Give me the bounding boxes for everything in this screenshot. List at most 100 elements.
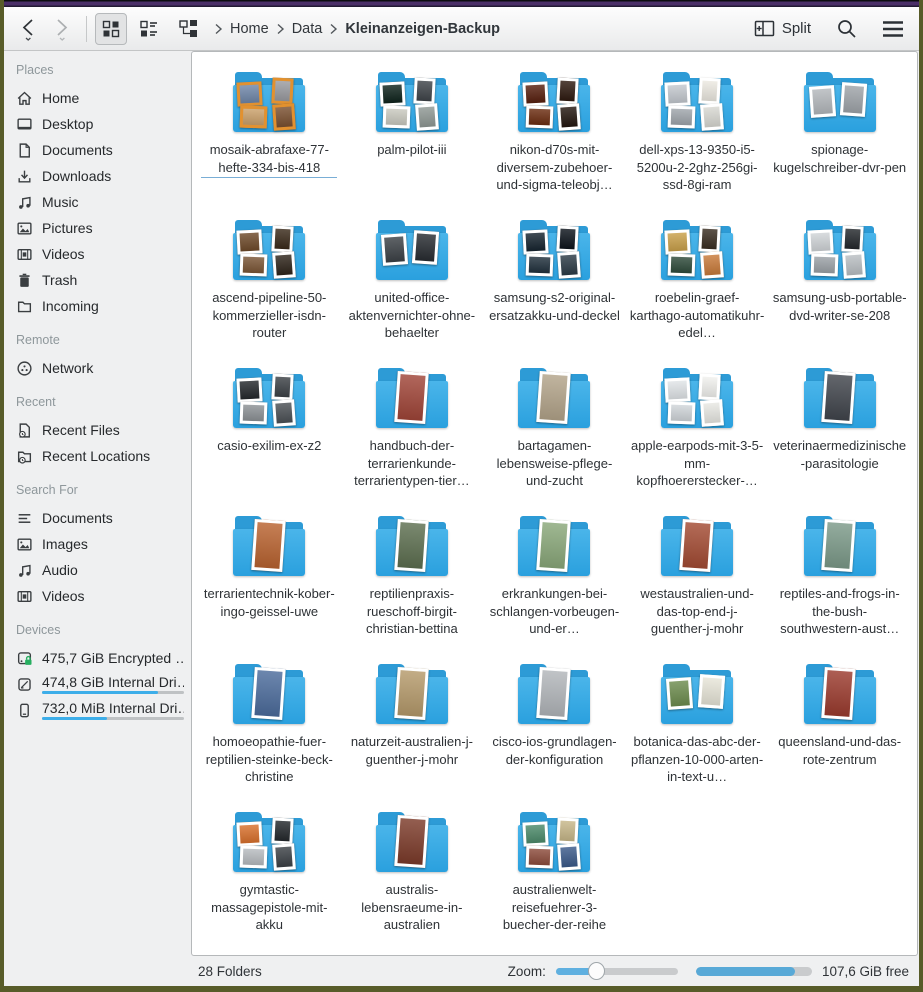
sidebar-item-recent-files[interactable]: Recent Files: [16, 417, 184, 443]
folder-item[interactable]: australienwelt-reisefuehrer-3-buecher-de…: [483, 804, 626, 952]
zoom-label: Zoom:: [508, 964, 546, 979]
sidebar-item-trash[interactable]: Trash: [16, 267, 184, 293]
folder-item[interactable]: terrarientechnik-kober-ingo-geissel-uwe: [198, 508, 341, 656]
photo-thumbnail: [557, 103, 581, 131]
folder-item[interactable]: bartagamen-lebensweise-pflege-und-zucht: [483, 360, 626, 508]
sidebar-item-label: Network: [42, 360, 184, 376]
desktop-icon: [16, 116, 33, 133]
book-cover-thumbnail: [536, 667, 571, 720]
folder-item[interactable]: united-office-aktenvernichter-ohne-behae…: [341, 212, 484, 360]
sidebar-item-label: Videos: [42, 588, 184, 604]
search-icon: [835, 17, 859, 41]
folder-item[interactable]: gymtastic-massagepistole-mit-akku: [198, 804, 341, 952]
photo-thumbnail: [240, 254, 267, 277]
photo-thumbnail: [272, 399, 296, 427]
folder-item[interactable]: botanica-das-abc-der-pflanzen-10-000-art…: [626, 656, 769, 804]
sidebar-item-label: 732,0 MiB Internal Dri…: [42, 700, 184, 716]
folder-icon: [232, 368, 306, 430]
folder-item[interactable]: queensland-und-das-rote-zentrum: [768, 656, 911, 804]
folder-name: spionage-kugelschreiber-dvr-pen: [772, 141, 908, 178]
folder-item[interactable]: veterinaermedizinische-parasitologie: [768, 360, 911, 508]
folder-item[interactable]: australis-lebensraeume-in-australien: [341, 804, 484, 952]
zoom-slider-handle[interactable]: [588, 962, 605, 980]
folder-item[interactable]: homoeopathie-fuer-reptilien-steinke-beck…: [198, 656, 341, 804]
search-documents-icon: [16, 510, 33, 527]
breadcrumb-data[interactable]: Data: [288, 18, 327, 40]
photo-thumbnail: [700, 399, 724, 427]
sidebar-item-desktop[interactable]: Desktop: [16, 111, 184, 137]
folder-name: erkrankungen-bei-schlangen-vorbeugen-und…: [486, 585, 622, 640]
sidebar-item-audio[interactable]: Audio: [16, 557, 184, 583]
sidebar-item-documents[interactable]: Documents: [16, 505, 184, 531]
breadcrumb-chevron-icon: [275, 23, 286, 35]
folder-item[interactable]: apple-earpods-mit-3-5-mm-kopfhoerersteck…: [626, 360, 769, 508]
folder-item[interactable]: erkrankungen-bei-schlangen-vorbeugen-und…: [483, 508, 626, 656]
folder-item[interactable]: reptiles-and-frogs-in-the-bush-southwest…: [768, 508, 911, 656]
folder-icon: [375, 664, 449, 726]
forward-button[interactable]: [46, 13, 78, 45]
tree-view-button[interactable]: [173, 13, 205, 45]
back-button[interactable]: [14, 13, 46, 45]
details-view-button[interactable]: [133, 13, 165, 45]
folder-icon: [517, 812, 591, 874]
photo-thumbnail: [841, 226, 864, 253]
sidebar-item-pictures[interactable]: Pictures: [16, 215, 184, 241]
folder-item[interactable]: ascend-pipeline-50-kommerzieller-isdn-ro…: [198, 212, 341, 360]
sidebar-item-music[interactable]: Music: [16, 189, 184, 215]
folder-item[interactable]: samsung-s2-original-ersatzakku-und-decke…: [483, 212, 626, 360]
breadcrumb-home[interactable]: Home: [226, 18, 273, 40]
photo-thumbnail: [240, 106, 267, 129]
sidebar-item-474-8-gib-internal-dri-[interactable]: 474,8 GiB Internal Dri…: [16, 671, 184, 697]
folder-item[interactable]: dell-xps-13-9350-i5-5200u-2-2ghz-256gi-s…: [626, 64, 769, 212]
folder-icon: [517, 516, 591, 578]
folder-name: palm-pilot-iii: [377, 141, 446, 161]
book-cover-thumbnail: [536, 371, 571, 424]
zoom-slider[interactable]: [556, 962, 678, 980]
split-button[interactable]: Split: [748, 13, 817, 45]
sidebar-item-incoming[interactable]: Incoming: [16, 293, 184, 319]
photo-thumbnail: [240, 846, 267, 869]
sidebar-item-downloads[interactable]: Downloads: [16, 163, 184, 189]
sidebar-item-network[interactable]: Network: [16, 355, 184, 381]
hamburger-menu-button[interactable]: [877, 13, 909, 45]
drive-partition-icon: [16, 676, 33, 693]
sidebar-item-images[interactable]: Images: [16, 531, 184, 557]
search-button[interactable]: [831, 13, 863, 45]
hamburger-icon: [881, 19, 905, 39]
book-cover-thumbnail: [536, 519, 571, 572]
folder-name: botanica-das-abc-der-pflanzen-10-000-art…: [629, 733, 765, 788]
folder-item[interactable]: palm-pilot-iii: [341, 64, 484, 212]
sidebar-item-videos[interactable]: Videos: [16, 583, 184, 609]
folder-item[interactable]: handbuch-der-terrarienkunde-terrarientyp…: [341, 360, 484, 508]
photo-thumbnail: [522, 821, 548, 846]
sidebar-item-475-7-gib-encrypted-[interactable]: 475,7 GiB Encrypted …: [16, 645, 184, 671]
sidebar-item-home[interactable]: Home: [16, 85, 184, 111]
folder-name: roebelin-graef-karthago-automatikuhr-ede…: [629, 289, 765, 344]
folder-item[interactable]: roebelin-graef-karthago-automatikuhr-ede…: [626, 212, 769, 360]
icons-view-button[interactable]: [95, 13, 127, 45]
folder-name: reptilienpraxis-rueschoff-birgit-christi…: [344, 585, 480, 640]
book-cover-thumbnail: [394, 371, 429, 424]
folder-view[interactable]: mosaik-abrafaxe-77-hefte-334-bis-418 palm…: [191, 51, 918, 956]
folder-item[interactable]: casio-exilim-ex-z2: [198, 360, 341, 508]
folder-item[interactable]: reptilienpraxis-rueschoff-birgit-christi…: [341, 508, 484, 656]
icons-view-icon: [100, 18, 122, 40]
photo-thumbnail: [668, 254, 695, 277]
sidebar-item-documents[interactable]: Documents: [16, 137, 184, 163]
sidebar-item-videos[interactable]: Videos: [16, 241, 184, 267]
sidebar-item-recent-locations[interactable]: Recent Locations: [16, 443, 184, 469]
folder-item[interactable]: nikon-d70s-mit-diversem-zubehoer-und-sig…: [483, 64, 626, 212]
tree-view-icon: [177, 18, 201, 40]
photo-thumbnail: [699, 374, 722, 401]
folder-item[interactable]: samsung-usb-portable-dvd-writer-se-208: [768, 212, 911, 360]
folder-item[interactable]: mosaik-abrafaxe-77-hefte-334-bis-418: [198, 64, 341, 212]
folder-icon: [517, 368, 591, 430]
folder-item[interactable]: cisco-ios-grundlagen-der-konfiguration: [483, 656, 626, 804]
folder-grid: mosaik-abrafaxe-77-hefte-334-bis-418 palm…: [192, 52, 917, 956]
folder-item[interactable]: spionage-kugelschreiber-dvr-pen: [768, 64, 911, 212]
book-cover-thumbnail: [394, 519, 429, 572]
folder-item[interactable]: westaustralien-und-das-top-end-j-guenthe…: [626, 508, 769, 656]
breadcrumb-current-folder[interactable]: Kleinanzeigen-Backup: [341, 18, 504, 40]
sidebar-item-732-0-mib-internal-dri-[interactable]: 732,0 MiB Internal Dri…: [16, 697, 184, 723]
folder-item[interactable]: naturzeit-australien-j-guenther-j-mohr: [341, 656, 484, 804]
